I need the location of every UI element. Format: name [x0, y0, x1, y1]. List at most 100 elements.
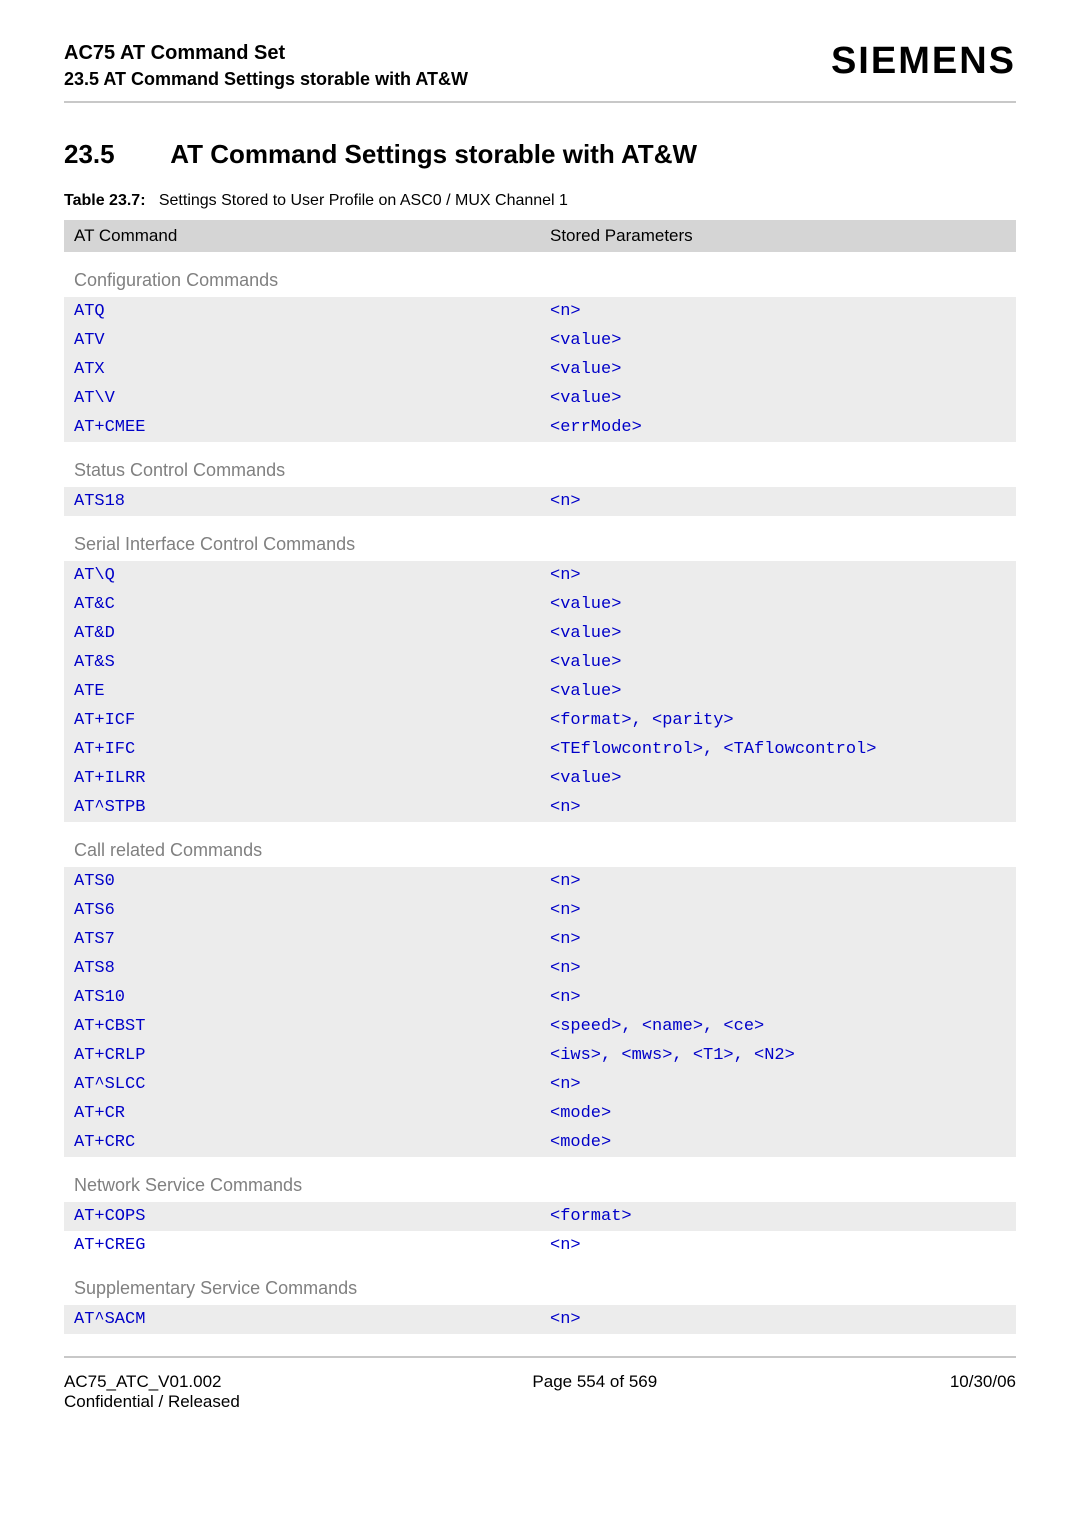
table-row: AT^SACM<n>	[64, 1305, 1016, 1334]
footer-page: Page 554 of 569	[532, 1372, 657, 1412]
command-cell: AT\V	[64, 384, 540, 413]
command-cell: AT+CRC	[64, 1128, 540, 1157]
table-caption-text: Settings Stored to User Profile on ASC0 …	[159, 192, 568, 209]
table-row: AT+CMEE<errMode>	[64, 413, 1016, 442]
col-header-parameters: Stored Parameters	[540, 220, 1016, 252]
parameter-cell: <n>	[540, 1231, 1016, 1260]
command-cell: AT+CMEE	[64, 413, 540, 442]
group-header: Serial Interface Control Commands	[64, 516, 1016, 561]
command-cell: ATV	[64, 326, 540, 355]
command-cell: AT+ICF	[64, 706, 540, 735]
group-header: Supplementary Service Commands	[64, 1260, 1016, 1305]
command-cell: AT+CREG	[64, 1231, 540, 1260]
command-cell: AT+COPS	[64, 1202, 540, 1231]
table-row: ATS0<n>	[64, 867, 1016, 896]
table-row: AT\V<value>	[64, 384, 1016, 413]
parameter-cell: <value>	[540, 355, 1016, 384]
group-header: Call related Commands	[64, 822, 1016, 867]
header-rule	[64, 101, 1016, 103]
parameter-cell: <mode>	[540, 1128, 1016, 1157]
table-row: ATQ<n>	[64, 297, 1016, 326]
table-row: ATS6<n>	[64, 896, 1016, 925]
doc-subtitle: 23.5 AT Command Settings storable with A…	[64, 67, 468, 91]
command-cell: AT&S	[64, 648, 540, 677]
table-row: AT&D<value>	[64, 619, 1016, 648]
parameter-cell: <value>	[540, 384, 1016, 413]
command-cell: AT&C	[64, 590, 540, 619]
command-cell: AT+CRLP	[64, 1041, 540, 1070]
siemens-logo: SIEMENS	[831, 40, 1016, 83]
table-row: ATS8<n>	[64, 954, 1016, 983]
footer-docid: AC75_ATC_V01.002	[64, 1372, 240, 1392]
footer-date: 10/30/06	[950, 1372, 1016, 1412]
command-cell: ATS0	[64, 867, 540, 896]
command-cell: ATS10	[64, 983, 540, 1012]
parameter-cell: <n>	[540, 487, 1016, 516]
command-cell: AT+ILRR	[64, 764, 540, 793]
section-heading: 23.5 AT Command Settings storable with A…	[64, 139, 1016, 170]
command-cell: ATE	[64, 677, 540, 706]
parameter-cell: <errMode>	[540, 413, 1016, 442]
parameter-cell: <speed>, <name>, <ce>	[540, 1012, 1016, 1041]
table-row: ATS7<n>	[64, 925, 1016, 954]
table-row: ATS10<n>	[64, 983, 1016, 1012]
table-row: AT+CREG<n>	[64, 1231, 1016, 1260]
parameter-cell: <mode>	[540, 1099, 1016, 1128]
parameter-cell: <n>	[540, 1305, 1016, 1334]
command-cell: ATS6	[64, 896, 540, 925]
parameter-cell: <value>	[540, 590, 1016, 619]
command-cell: AT^STPB	[64, 793, 540, 822]
table-row: ATV<value>	[64, 326, 1016, 355]
command-cell: ATS18	[64, 487, 540, 516]
parameter-cell: <n>	[540, 297, 1016, 326]
parameter-cell: <n>	[540, 1070, 1016, 1099]
section-title: AT Command Settings storable with AT&W	[170, 139, 697, 169]
table-caption: Table 23.7: Settings Stored to User Prof…	[64, 192, 1016, 210]
section-number: 23.5	[64, 139, 164, 170]
group-header: Status Control Commands	[64, 442, 1016, 487]
table-row: AT+IFC<TEflowcontrol>, <TAflowcontrol>	[64, 735, 1016, 764]
parameter-cell: <value>	[540, 326, 1016, 355]
table-row: AT+CBST<speed>, <name>, <ce>	[64, 1012, 1016, 1041]
footer-confidential: Confidential / Released	[64, 1392, 240, 1412]
command-cell: ATS7	[64, 925, 540, 954]
table-row: AT+CR<mode>	[64, 1099, 1016, 1128]
parameter-cell: <n>	[540, 983, 1016, 1012]
parameter-cell: <value>	[540, 764, 1016, 793]
table-caption-label: Table 23.7:	[64, 192, 146, 209]
table-row: ATX<value>	[64, 355, 1016, 384]
table-row: AT&S<value>	[64, 648, 1016, 677]
table-row: AT+COPS<format>	[64, 1202, 1016, 1231]
parameter-cell: <n>	[540, 561, 1016, 590]
table-row: AT+CRLP<iws>, <mws>, <T1>, <N2>	[64, 1041, 1016, 1070]
parameter-cell: <value>	[540, 648, 1016, 677]
table-row: AT+CRC<mode>	[64, 1128, 1016, 1157]
group-header: Network Service Commands	[64, 1157, 1016, 1202]
parameter-cell: <format>, <parity>	[540, 706, 1016, 735]
table-row: AT^SLCC<n>	[64, 1070, 1016, 1099]
parameter-cell: <n>	[540, 954, 1016, 983]
table-row: AT+ICF<format>, <parity>	[64, 706, 1016, 735]
table-row: ATS18<n>	[64, 487, 1016, 516]
command-cell: AT\Q	[64, 561, 540, 590]
parameter-cell: <n>	[540, 925, 1016, 954]
group-header: Configuration Commands	[64, 252, 1016, 297]
command-cell: AT^SLCC	[64, 1070, 540, 1099]
table-row: AT^STPB<n>	[64, 793, 1016, 822]
table-row: AT\Q<n>	[64, 561, 1016, 590]
parameter-cell: <value>	[540, 677, 1016, 706]
commands-table: AT Command Stored Parameters Configurati…	[64, 220, 1016, 1334]
command-cell: AT+CR	[64, 1099, 540, 1128]
footer-rule	[64, 1356, 1016, 1358]
table-row: ATE<value>	[64, 677, 1016, 706]
parameter-cell: <format>	[540, 1202, 1016, 1231]
command-cell: AT&D	[64, 619, 540, 648]
command-cell: ATQ	[64, 297, 540, 326]
command-cell: ATX	[64, 355, 540, 384]
parameter-cell: <value>	[540, 619, 1016, 648]
command-cell: ATS8	[64, 954, 540, 983]
parameter-cell: <TEflowcontrol>, <TAflowcontrol>	[540, 735, 1016, 764]
parameter-cell: <n>	[540, 793, 1016, 822]
table-row: AT&C<value>	[64, 590, 1016, 619]
command-cell: AT+CBST	[64, 1012, 540, 1041]
